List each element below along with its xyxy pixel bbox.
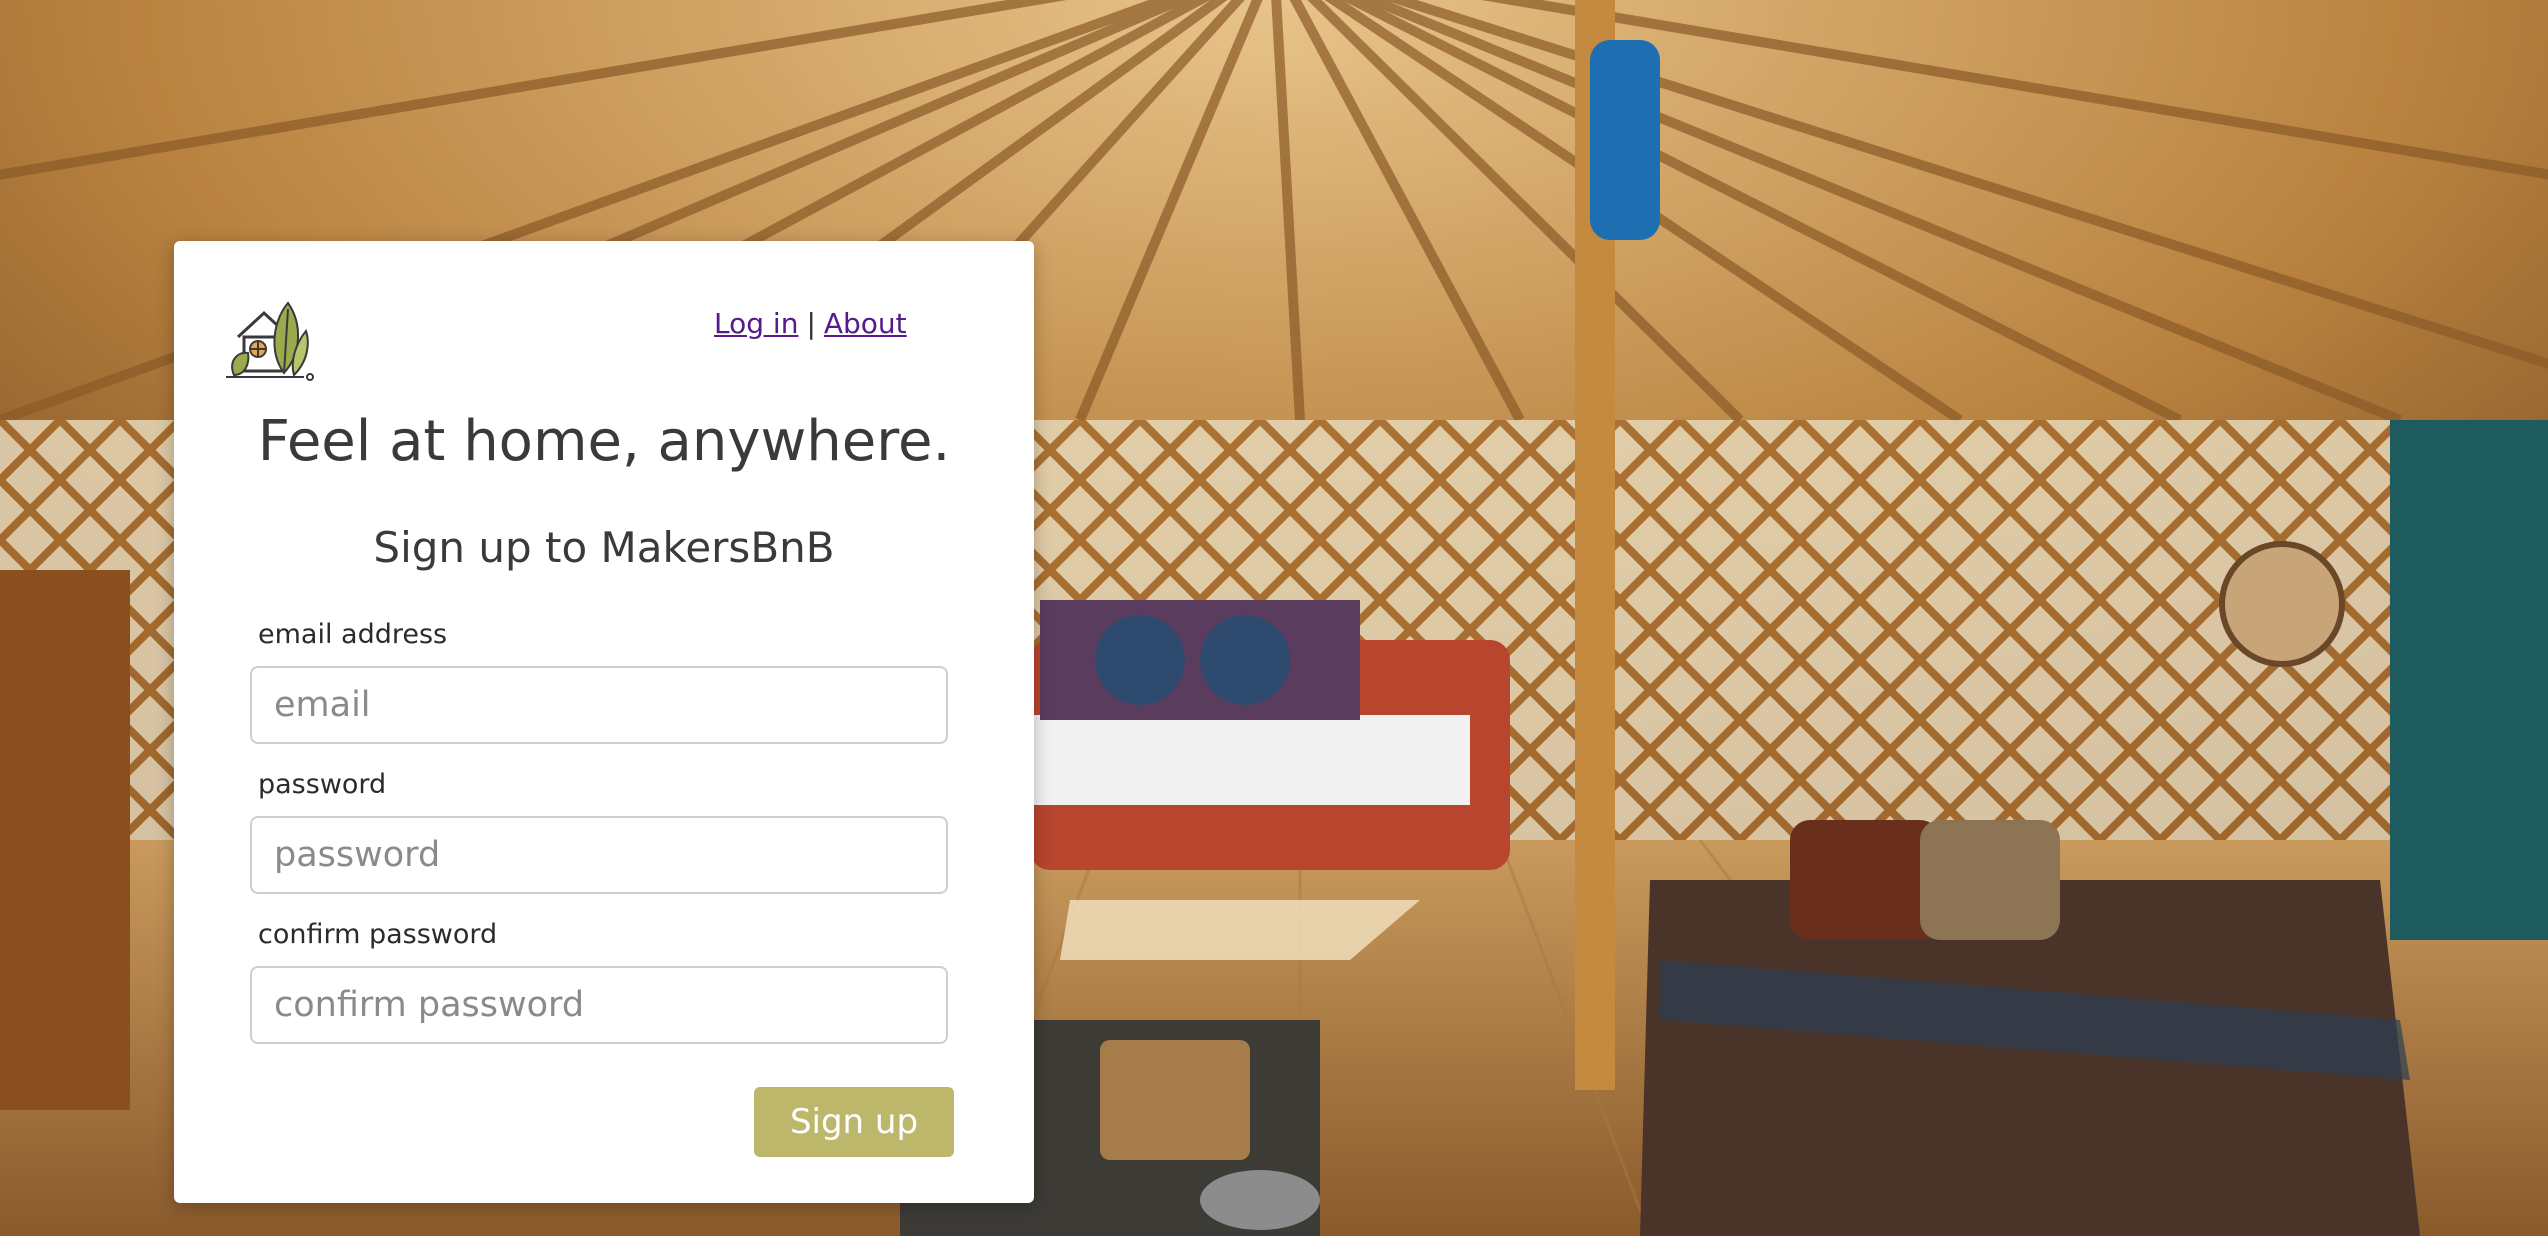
top-nav: Log in | About: [714, 307, 907, 340]
password-input[interactable]: [250, 816, 948, 894]
nav-separator: |: [806, 307, 816, 340]
email-label: email address: [258, 619, 448, 650]
signup-button[interactable]: Sign up: [754, 1087, 954, 1157]
form-title: Sign up to MakersBnB: [373, 523, 835, 572]
login-link[interactable]: Log in: [714, 307, 798, 340]
confirm-password-input[interactable]: [250, 966, 948, 1044]
password-label: password: [258, 769, 387, 800]
about-link[interactable]: About: [824, 307, 907, 340]
house-leaf-logo-icon: [224, 291, 316, 383]
signup-card: Log in | About Feel at home, anywhere. Sig…: [174, 241, 1034, 1203]
confirm-password-label: confirm password: [258, 919, 498, 950]
email-input[interactable]: [250, 666, 948, 744]
page-headline: Feel at home, anywhere.: [257, 409, 951, 474]
